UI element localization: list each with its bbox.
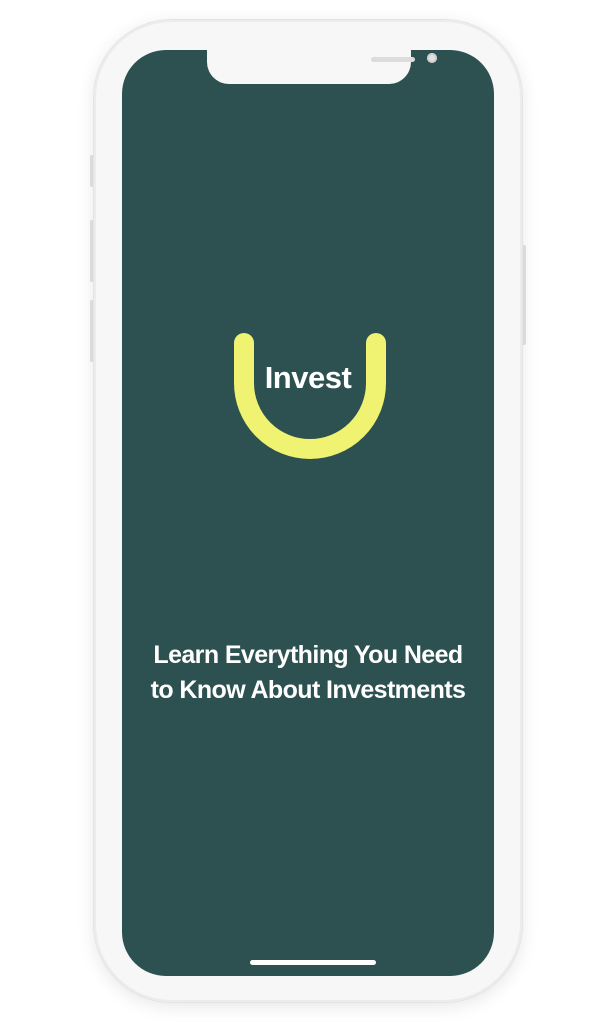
app-logo-text: Invest — [264, 360, 352, 395]
tagline-line-2: to Know About Investments — [150, 676, 466, 704]
device-mockup: Invest Learn Everything You Need to Know… — [0, 0, 596, 1024]
splash-tagline: Learn Everything You Need to Know About … — [122, 638, 494, 708]
u-shaped-arc-logo-icon — [234, 333, 386, 459]
tagline-line-1: Learn Everything You Need — [153, 641, 463, 669]
front-camera-icon — [427, 53, 437, 63]
notch — [207, 50, 437, 84]
power-button — [522, 245, 526, 345]
speaker-grille — [371, 57, 415, 62]
home-indicator[interactable] — [250, 960, 376, 965]
splash-screen: Invest Learn Everything You Need to Know… — [122, 50, 494, 976]
